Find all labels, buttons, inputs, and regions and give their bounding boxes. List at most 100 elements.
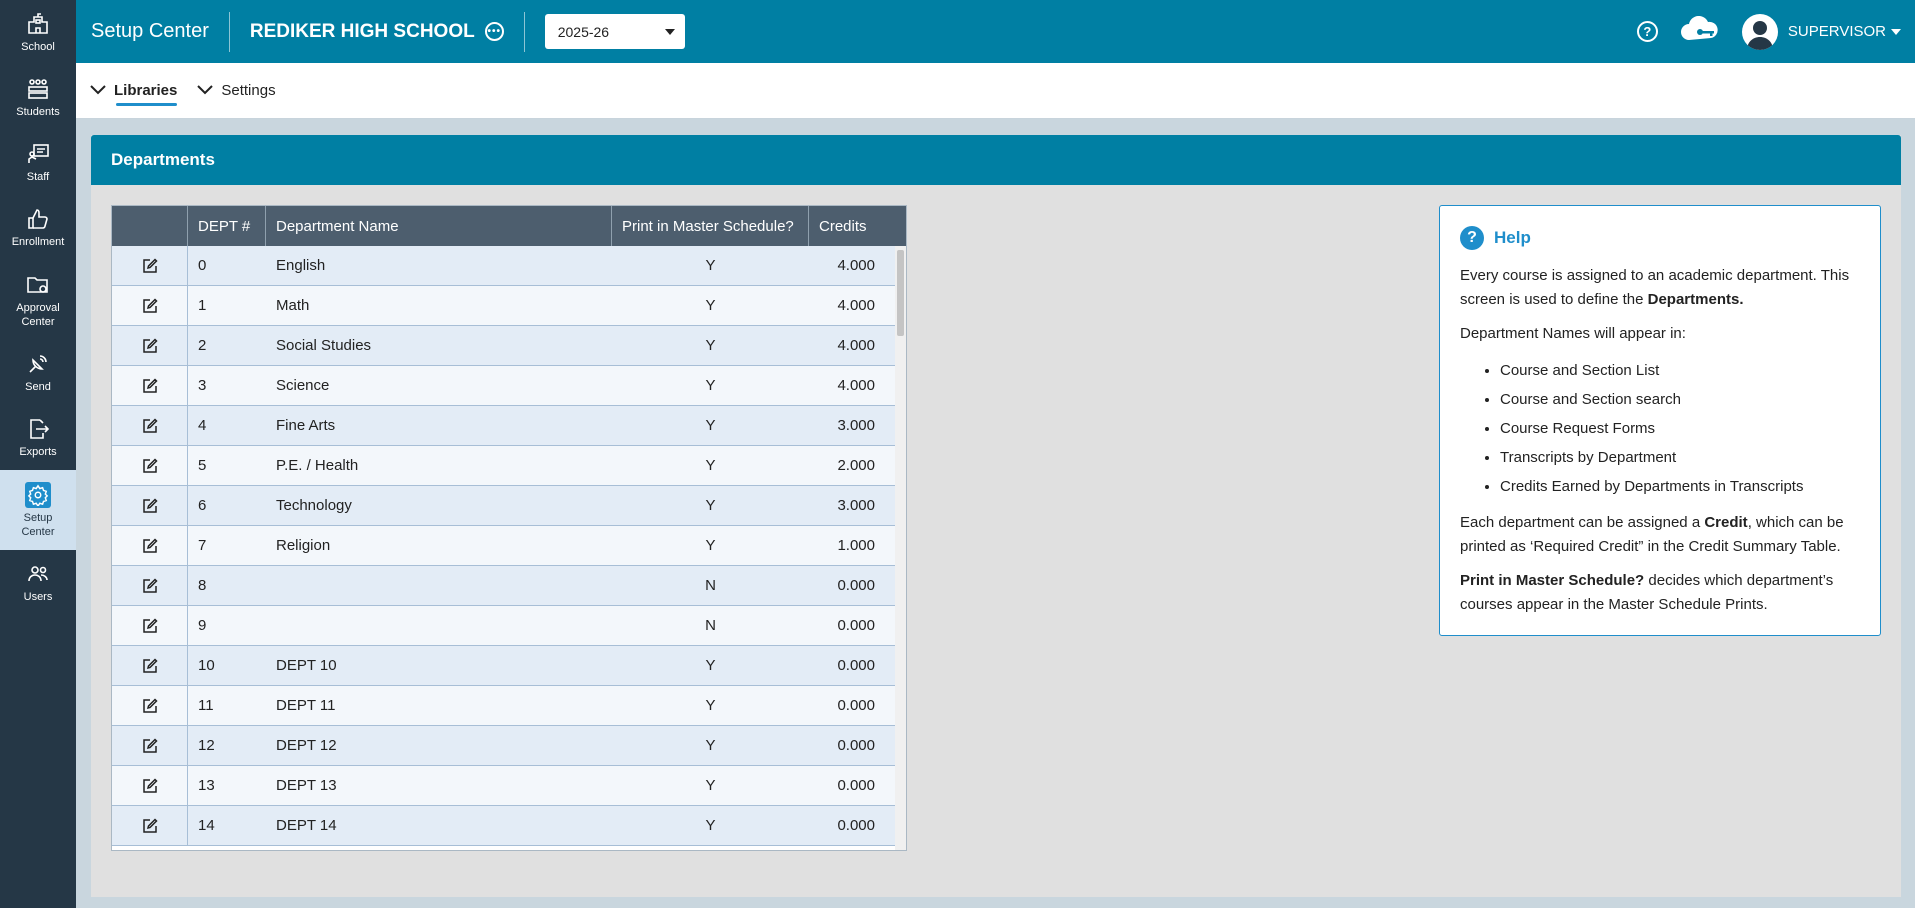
department-name-cell: English — [276, 257, 326, 274]
tab-libraries[interactable]: Libraries — [90, 63, 177, 119]
satellite-icon — [25, 351, 51, 377]
sidebar-item-label: Send — [25, 381, 51, 393]
dept-number-cell: 0 — [198, 257, 207, 274]
dept-number-cell: 13 — [198, 777, 215, 794]
department-name-cell: DEPT 10 — [276, 657, 337, 674]
department-name-cell: Fine Arts — [276, 417, 336, 434]
sidebar-item-label: Setup Center — [21, 511, 55, 538]
help-icon[interactable]: ? — [1636, 21, 1658, 42]
sidebar-item-label: Students — [16, 106, 60, 118]
edit-icon[interactable] — [140, 536, 160, 556]
department-name-cell: DEPT 12 — [276, 737, 337, 754]
departments-table: DEPT # Department Name Print in Master S… — [111, 205, 907, 851]
cloud-key-icon[interactable] — [1680, 15, 1720, 47]
chevron-down-icon — [664, 28, 675, 35]
edit-icon[interactable] — [140, 616, 160, 636]
print-in-master-schedule-cell: N — [705, 577, 716, 594]
chevron-down-icon — [90, 82, 106, 99]
sidebar-item-exports[interactable]: Exports — [0, 405, 76, 470]
help-list-item: Course and Section search — [1500, 385, 1860, 414]
table-row: 2 Social Studies Y 4.000 — [112, 326, 895, 366]
dept-number-cell: 7 — [198, 537, 207, 554]
edit-icon[interactable] — [140, 816, 160, 836]
sidebar-item-enrollment[interactable]: Enrollment — [0, 195, 76, 260]
sidebar-item-setup-center[interactable]: Setup Center — [0, 470, 76, 550]
print-in-master-schedule-cell: Y — [705, 457, 716, 474]
column-header-dept-number[interactable]: DEPT # — [188, 206, 266, 246]
school-year-select[interactable]: 2025-26 — [544, 14, 685, 49]
help-paragraph: Department Names will appear in: — [1460, 325, 1686, 342]
dept-number-cell: 11 — [198, 697, 214, 714]
help-list-item: Transcripts by Department — [1500, 443, 1860, 472]
column-header-print-in-master-schedule[interactable]: Print in Master Schedule? — [612, 206, 809, 246]
table-row: 14 DEPT 14 Y 0.000 — [112, 806, 895, 846]
sidebar-item-school[interactable]: School — [0, 0, 76, 65]
students-icon — [25, 76, 51, 102]
sidebar-item-staff[interactable]: Staff — [0, 130, 76, 195]
edit-icon[interactable] — [140, 336, 160, 356]
departments-panel: Departments DEPT # Department Name Print… — [91, 135, 1901, 897]
sidebar-item-students[interactable]: Students — [0, 65, 76, 130]
department-name-cell: DEPT 13 — [276, 777, 337, 794]
edit-cell — [112, 726, 188, 765]
dept-number-cell: 2 — [198, 337, 207, 354]
sidebar-item-label: Approval Center — [16, 301, 60, 328]
help-list-item: Course Request Forms — [1500, 414, 1860, 443]
table-body: 0 English Y 4.000 1 Math Y 4.000 2 Social Studies… — [112, 246, 906, 850]
sidebar-item-approval-center[interactable]: Approval Center — [0, 260, 76, 340]
print-in-master-schedule-cell: Y — [705, 257, 716, 274]
edit-icon[interactable] — [140, 296, 160, 316]
edit-icon[interactable] — [140, 696, 160, 716]
help-bold-text: Departments. — [1647, 291, 1744, 308]
avatar[interactable] — [1741, 13, 1778, 50]
edit-cell — [112, 286, 188, 325]
column-header-credits[interactable]: Credits — [809, 206, 906, 246]
table-row: 10 DEPT 10 Y 0.000 — [112, 646, 895, 686]
table-header: DEPT # Department Name Print in Master S… — [112, 206, 906, 246]
sidebar-item-users[interactable]: Users — [0, 550, 76, 615]
sidebar-item-label: Users — [23, 591, 53, 603]
edit-icon[interactable] — [140, 416, 160, 436]
more-options-icon[interactable]: ••• — [484, 22, 504, 41]
staff-icon — [25, 141, 51, 167]
help-bold-text: Credit — [1704, 514, 1748, 531]
print-in-master-schedule-cell: Y — [705, 417, 716, 434]
edit-icon[interactable] — [140, 576, 160, 596]
scrollbar-thumb[interactable] — [897, 250, 904, 336]
edit-icon[interactable] — [140, 656, 160, 676]
table-row: 12 DEPT 12 Y 0.000 — [112, 726, 895, 766]
edit-cell — [112, 606, 188, 645]
print-in-master-schedule-cell: Y — [705, 377, 716, 394]
edit-icon[interactable] — [140, 776, 160, 796]
edit-icon[interactable] — [140, 456, 160, 476]
edit-icon[interactable] — [140, 736, 160, 756]
credits-cell: 0.000 — [837, 697, 875, 714]
print-in-master-schedule-cell: Y — [705, 297, 716, 314]
edit-icon[interactable] — [140, 256, 160, 276]
tab-settings[interactable]: Settings — [197, 63, 276, 119]
credits-cell: 1.000 — [837, 537, 875, 554]
school-name: REDIKER HIGH SCHOOL — [249, 20, 475, 42]
print-in-master-schedule-cell: Y — [705, 657, 716, 674]
scrollbar[interactable] — [895, 246, 906, 850]
edit-cell — [112, 246, 188, 285]
school-year-value: 2025-26 — [557, 23, 610, 40]
edit-icon[interactable] — [140, 496, 160, 516]
sidebar-item-send[interactable]: Send — [0, 340, 76, 405]
edit-icon[interactable] — [140, 376, 160, 396]
help-paragraph: Print in Master Schedule? decides which … — [1460, 569, 1860, 617]
column-header-department-name[interactable]: Department Name — [266, 206, 612, 246]
school-switcher[interactable]: REDIKER HIGH SCHOOL ••• — [230, 21, 504, 43]
help-question-icon: ? — [1460, 226, 1484, 250]
edit-cell — [112, 686, 188, 725]
table-row: 9 N 0.000 — [112, 606, 895, 646]
chevron-down-icon — [197, 82, 214, 99]
table-row: 1 Math Y 4.000 — [112, 286, 895, 326]
credits-cell: 4.000 — [837, 257, 875, 274]
help-list-item: Credits Earned by Departments in Transcr… — [1500, 472, 1860, 501]
edit-cell — [112, 486, 188, 525]
department-name-cell: P.E. / Health — [276, 457, 359, 474]
user-menu[interactable]: SUPERVISOR — [1788, 23, 1901, 40]
tab-label: Libraries — [114, 82, 178, 99]
top-right-tools: ? SUPERVISOR — [1636, 13, 1915, 50]
